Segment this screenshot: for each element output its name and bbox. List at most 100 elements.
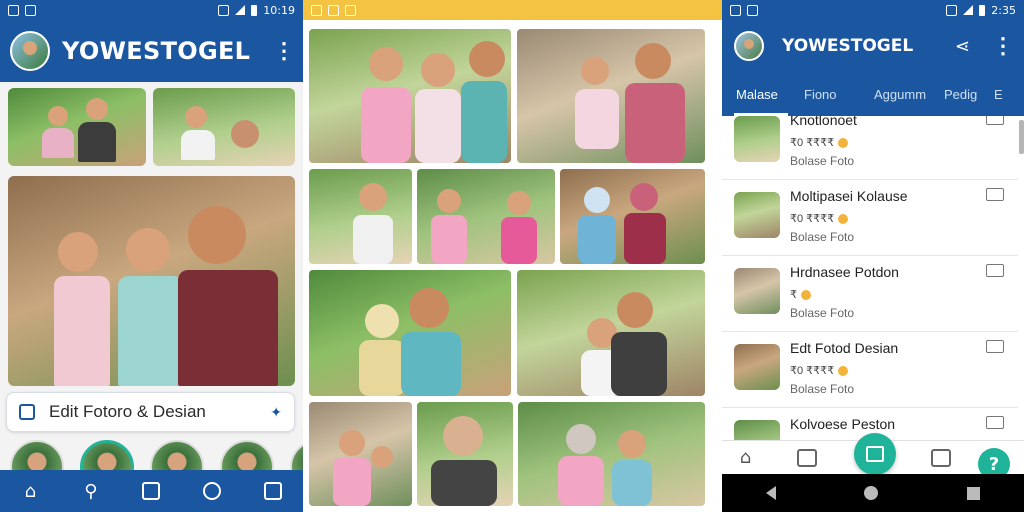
home-icon[interactable]: ⌂	[740, 447, 762, 469]
status-bar: 10:19	[0, 0, 303, 20]
status-time: 2:35	[991, 3, 1016, 17]
coin-icon	[838, 366, 849, 377]
frame-icon	[866, 446, 884, 462]
edit-icon	[19, 404, 35, 420]
grid-photo[interactable]	[309, 402, 412, 506]
photo-thumbnail[interactable]	[153, 88, 295, 166]
flash-icon[interactable]	[261, 479, 285, 503]
story-avatar[interactable]	[150, 440, 204, 470]
grid-photo[interactable]	[517, 270, 705, 396]
signal-icon	[963, 5, 974, 15]
app-title: YOWESTOGEL	[782, 36, 914, 56]
featured-photo[interactable]	[8, 176, 295, 386]
edit-photo-bar[interactable]: Edit Fotoro & Desian ✦	[6, 392, 295, 432]
grid-photo[interactable]	[417, 402, 513, 506]
app-icon	[328, 4, 339, 16]
more-menu-icon[interactable]: ⋮	[992, 33, 1014, 59]
item-title: Kolvoese Peston	[790, 416, 896, 432]
story-avatar[interactable]	[10, 440, 64, 470]
home-circle-icon[interactable]	[864, 486, 879, 500]
status-bar: 2:35	[722, 0, 1024, 20]
app-icon	[25, 4, 36, 16]
edit-bar-label: Edit Fotoro & Desian	[49, 402, 206, 421]
app-title: YOWESTOGEL	[62, 37, 251, 65]
right-phone-screen: 2:35 YOWESTOGEL ⋖ ⋮ Malase Fiono Aggumm …	[722, 0, 1024, 512]
middle-phone-screen	[303, 0, 722, 512]
notification-icon	[730, 4, 741, 16]
grid-photo[interactable]	[417, 169, 555, 264]
left-phone-screen: 10:19 YOWESTOGEL ⋮ Edit Fotoro & Desian …	[0, 0, 303, 512]
tab-fiono[interactable]: Fiono	[802, 87, 872, 116]
item-thumbnail	[734, 116, 780, 162]
photo-thumbnail[interactable]	[8, 88, 146, 166]
app-icon	[345, 4, 356, 16]
story-avatar[interactable]	[220, 440, 274, 470]
coin-icon	[801, 290, 811, 301]
item-subtitle: Bolase Foto	[790, 230, 855, 244]
grid-photo[interactable]	[517, 29, 705, 163]
item-meta: ₹0 ₹₹₹₹	[790, 136, 849, 149]
back-icon[interactable]	[766, 486, 777, 500]
grid-photo[interactable]	[560, 169, 705, 264]
item-title: Knotlonoet	[790, 116, 857, 128]
system-nav-bar	[722, 474, 1024, 512]
item-action-icon[interactable]	[986, 340, 1004, 353]
vibrate-icon	[218, 4, 230, 16]
collage-icon[interactable]	[930, 448, 951, 467]
avatar[interactable]	[10, 31, 50, 71]
list-item[interactable]: Moltipasei Kolause ₹0 ₹₹₹₹ Bolase Foto	[722, 180, 1018, 256]
signal-icon	[235, 5, 246, 15]
tab-pedig[interactable]: Pedig	[942, 87, 992, 116]
info-icon[interactable]	[139, 479, 163, 503]
list-item[interactable]: Edt Fotod Desian ₹0 ₹₹₹₹ Bolase Foto	[722, 332, 1018, 408]
item-thumbnail	[734, 268, 780, 314]
tab-aggumm[interactable]: Aggumm	[872, 87, 942, 116]
list-item[interactable]: Knotlonoet ₹0 ₹₹₹₹ Bolase Foto	[722, 116, 1018, 180]
home-icon[interactable]: ⌂	[18, 479, 42, 503]
recents-icon[interactable]	[966, 486, 980, 500]
status-time: 10:19	[263, 3, 295, 17]
item-meta: ₹0 ₹₹₹₹	[790, 212, 849, 225]
item-subtitle: Bolase Foto	[790, 382, 855, 396]
bottom-nav: ⌂ ⚲	[0, 470, 303, 512]
grid-photo[interactable]	[309, 169, 412, 264]
app-icon	[747, 4, 758, 16]
item-action-icon[interactable]	[986, 116, 1004, 125]
story-avatar[interactable]	[290, 440, 303, 470]
scrollbar[interactable]	[1019, 120, 1024, 154]
tab-e[interactable]: E	[992, 87, 1006, 116]
tab-bar: Malase Fiono Aggumm Pedig E	[722, 72, 1024, 116]
coin-icon	[838, 138, 849, 149]
search-icon[interactable]: ⚲	[79, 479, 103, 503]
notification-icon	[311, 4, 322, 16]
stories-row	[0, 434, 303, 470]
profile-icon[interactable]	[200, 479, 224, 503]
share-icon[interactable]: ⋖	[955, 36, 970, 57]
status-bar	[303, 0, 722, 20]
list-item[interactable]: Hrdnasee Potdon ₹ Bolase Foto	[722, 256, 1018, 332]
grid-photo[interactable]	[309, 270, 511, 396]
gallery-icon[interactable]	[797, 448, 818, 467]
notification-icon	[8, 4, 19, 16]
item-meta: ₹0 ₹₹₹₹	[790, 364, 849, 377]
item-action-icon[interactable]	[986, 416, 1004, 429]
tab-malase[interactable]: Malase	[734, 87, 788, 116]
item-title: Hrdnasee Potdon	[790, 264, 899, 280]
app-bar: YOWESTOGEL ⋮	[0, 20, 303, 82]
more-menu-icon[interactable]: ⋮	[273, 38, 295, 64]
story-avatar[interactable]	[80, 440, 134, 470]
item-action-icon[interactable]	[986, 264, 1004, 277]
vibrate-icon	[946, 4, 958, 16]
item-meta: ₹	[790, 288, 811, 301]
grid-photo[interactable]	[518, 402, 705, 506]
item-action-icon[interactable]	[986, 188, 1004, 201]
sparkle-icon[interactable]: ✦	[270, 404, 282, 421]
item-title: Edt Fotod Desian	[790, 340, 899, 356]
item-title: Moltipasei Kolause	[790, 188, 908, 204]
coin-icon	[838, 214, 849, 225]
avatar[interactable]	[734, 31, 764, 61]
grid-photo[interactable]	[309, 29, 511, 163]
create-fab-button[interactable]	[854, 433, 896, 475]
item-thumbnail	[734, 192, 780, 238]
item-thumbnail	[734, 420, 780, 440]
